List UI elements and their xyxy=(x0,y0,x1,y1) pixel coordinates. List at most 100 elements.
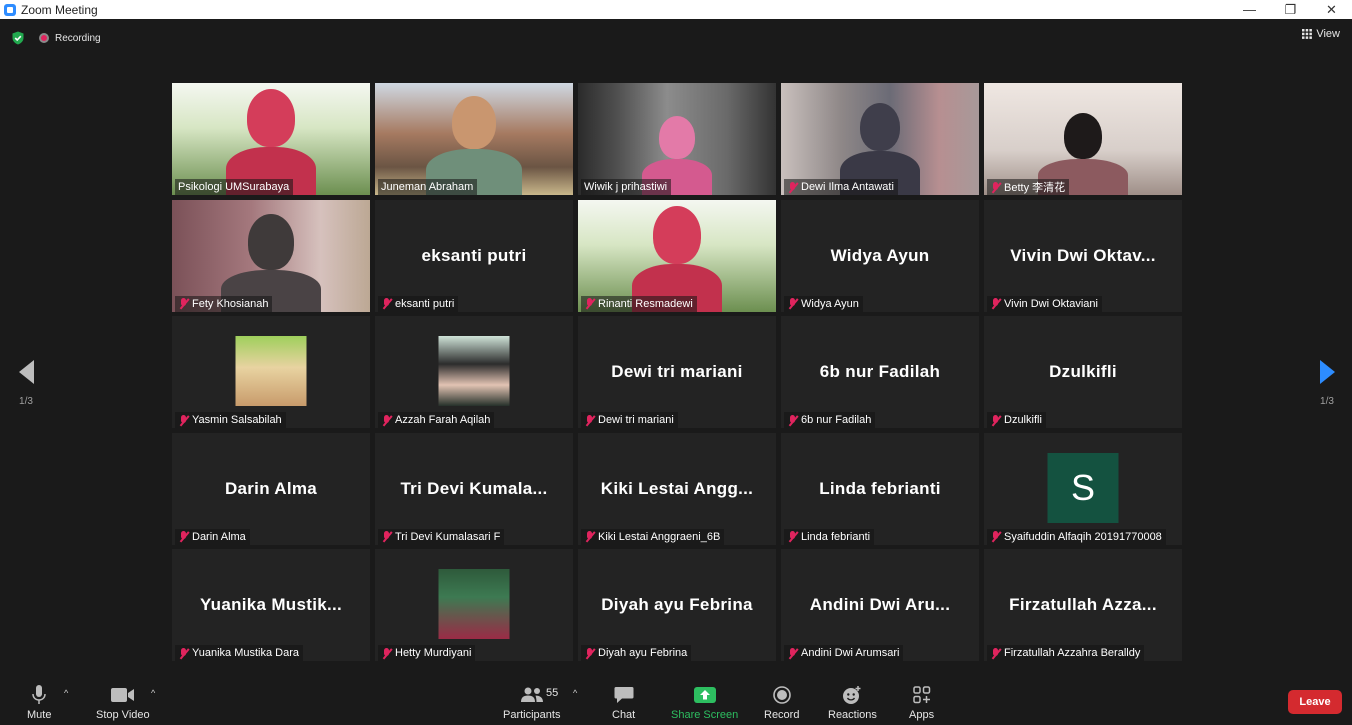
participant-tile[interactable]: Diyah ayu Febrina Diyah ayu Febrina xyxy=(578,549,776,661)
participants-label: Participants xyxy=(503,709,561,721)
participant-name-tag: Tri Devi Kumalasari F xyxy=(378,528,505,545)
participant-name: Betty 李清花 xyxy=(1004,182,1066,194)
participant-name-tag: Azzah Farah Aqilah xyxy=(378,412,495,428)
participant-display-name: Dewi tri mariani xyxy=(611,362,743,381)
participant-name-tag: Juneman Abraham xyxy=(378,179,478,195)
participant-tile[interactable]: Azzah Farah Aqilah xyxy=(375,316,573,428)
participant-tile[interactable]: Rinanti Resmadewi xyxy=(578,199,776,312)
minimize-button[interactable]: — xyxy=(1229,0,1270,19)
participant-name: Widya Ayun xyxy=(801,297,859,310)
view-button[interactable]: View xyxy=(1302,28,1340,40)
muted-microphone-icon xyxy=(990,181,1001,193)
participant-tile[interactable]: Juneman Abraham xyxy=(375,83,573,195)
apps-icon xyxy=(912,686,930,704)
security-shield-icon[interactable] xyxy=(11,31,25,45)
reactions-label: Reactions xyxy=(828,709,877,721)
participant-name: Hetty Murdiyani xyxy=(395,647,472,659)
reactions-button[interactable]: Reactions xyxy=(828,684,877,721)
participant-name: Andini Dwi Arumsari xyxy=(801,647,900,659)
previous-page-button[interactable]: 1/3 xyxy=(11,356,41,407)
participant-tile[interactable]: Yasmin Salsabilah xyxy=(172,316,370,428)
muted-microphone-icon xyxy=(787,531,798,542)
muted-microphone-icon xyxy=(178,414,189,426)
mute-label: Mute xyxy=(27,709,52,721)
participant-name: Dzulkifli xyxy=(1004,414,1042,426)
participant-tile[interactable]: Dewi Ilma Antawati xyxy=(781,83,979,195)
next-page-button[interactable]: 1/3 xyxy=(1312,356,1342,407)
participant-display-name: 6b nur Fadilah xyxy=(819,362,941,381)
participants-caret-icon[interactable]: ^ xyxy=(573,688,577,698)
participant-tile[interactable]: Vivin Dwi Oktav... Vivin Dwi Oktaviani xyxy=(984,199,1182,312)
participant-name: Psikologi UMSurabaya xyxy=(178,181,290,193)
participant-name: eksanti putri xyxy=(395,297,455,310)
participant-tile[interactable]: S Syaifuddin Alfaqih 20191770008 xyxy=(984,432,1182,545)
participant-name: Dewi tri mariani xyxy=(598,414,674,426)
emoji-reactions-icon xyxy=(843,686,861,704)
muted-microphone-icon xyxy=(787,181,798,193)
participant-tile[interactable]: Andini Dwi Aru... Andini Dwi Arumsari xyxy=(781,549,979,661)
record-label: Record xyxy=(764,709,800,721)
participants-icon xyxy=(520,687,543,702)
participant-display-name: Darin Alma xyxy=(224,478,318,498)
title-bar: Zoom Meeting — ❐ ✕ xyxy=(0,0,1352,19)
participant-tile[interactable]: Hetty Murdiyani xyxy=(375,549,573,661)
participant-name: Syaifuddin Alfaqih 20191770008 xyxy=(1004,530,1162,543)
participant-tile[interactable]: Yuanika Mustik... Yuanika Mustika Dara xyxy=(172,549,370,661)
participant-tile[interactable]: Psikologi UMSurabaya xyxy=(172,83,370,195)
participant-name-tag: Rinanti Resmadewi xyxy=(581,295,697,312)
leave-button[interactable]: Leave xyxy=(1288,690,1342,714)
participant-name-tag: Kiki Lestai Anggraeni_6B xyxy=(581,528,725,545)
participant-tile[interactable]: Dewi tri mariani Dewi tri mariani xyxy=(578,316,776,428)
muted-microphone-icon xyxy=(584,647,595,659)
share-screen-icon xyxy=(693,687,716,703)
muted-microphone-icon xyxy=(990,531,1001,542)
video-options-caret-icon[interactable]: ^ xyxy=(151,688,155,698)
apps-button[interactable]: Apps xyxy=(909,684,934,721)
participant-tile[interactable]: Tri Devi Kumala... Tri Devi Kumalasari F xyxy=(375,432,573,545)
participant-display-name: Tri Devi Kumala... xyxy=(400,478,548,498)
participant-name-tag: Andini Dwi Arumsari xyxy=(784,645,904,661)
record-button[interactable]: Record xyxy=(764,684,799,721)
muted-microphone-icon xyxy=(990,647,1001,659)
window-title: Zoom Meeting xyxy=(21,2,98,17)
participant-tile[interactable]: Darin Alma Darin Alma xyxy=(172,432,370,545)
microphone-icon xyxy=(32,685,46,704)
participant-name-tag: Psikologi UMSurabaya xyxy=(175,179,294,195)
participant-name: Rinanti Resmadewi xyxy=(598,297,693,310)
participant-display-name: Vivin Dwi Oktav... xyxy=(1010,245,1156,265)
muted-microphone-icon xyxy=(787,298,798,309)
participant-tile[interactable]: Linda febrianti Linda febrianti xyxy=(781,432,979,545)
participant-name-tag: Dzulkifli xyxy=(987,412,1046,428)
grid-view-icon xyxy=(1302,29,1313,39)
participant-name-tag: Diyah ayu Febrina xyxy=(581,645,692,661)
participant-name-tag: Linda febrianti xyxy=(784,528,875,545)
recording-indicator-icon[interactable] xyxy=(39,33,49,43)
chevron-left-icon xyxy=(18,360,34,384)
participant-tile[interactable]: Betty 李清花 xyxy=(984,83,1182,195)
close-button[interactable]: ✕ xyxy=(1311,0,1352,19)
participant-tile[interactable]: Widya Ayun Widya Ayun xyxy=(781,199,979,312)
participant-name: Fety Khosianah xyxy=(192,297,269,310)
participants-count: 55 xyxy=(546,687,559,699)
participant-tile[interactable]: 6b nur Fadilah 6b nur Fadilah xyxy=(781,316,979,428)
chat-label: Chat xyxy=(612,709,636,721)
participant-tile[interactable]: Dzulkifli Dzulkifli xyxy=(984,316,1182,428)
muted-microphone-icon xyxy=(584,298,595,309)
participant-tile[interactable]: Kiki Lestai Angg... Kiki Lestai Anggraeni… xyxy=(578,432,776,545)
share-screen-button[interactable]: Share Screen xyxy=(671,684,738,721)
participant-tile[interactable]: Wiwik j prihastiwi xyxy=(578,83,776,195)
participant-tile[interactable]: eksanti putri eksanti putri xyxy=(375,199,573,312)
audio-options-caret-icon[interactable]: ^ xyxy=(64,688,68,698)
avatar: S xyxy=(1047,452,1119,523)
participant-name-tag: Syaifuddin Alfaqih 20191770008 xyxy=(987,528,1166,545)
zoom-app-icon xyxy=(4,3,16,16)
restore-button[interactable]: ❐ xyxy=(1270,0,1311,19)
participant-tile[interactable]: Fety Khosianah xyxy=(172,199,370,312)
chat-button[interactable]: Chat xyxy=(612,684,635,721)
muted-microphone-icon xyxy=(381,531,392,542)
participant-tile[interactable]: Firzatullah Azza... Firzatullah Azzahra B… xyxy=(984,549,1182,661)
stop-video-button[interactable]: Stop Video xyxy=(96,684,150,721)
mute-button[interactable]: Mute xyxy=(27,684,51,721)
participant-name: Vivin Dwi Oktaviani xyxy=(1004,297,1098,310)
participant-display-name: Kiki Lestai Angg... xyxy=(600,478,754,498)
